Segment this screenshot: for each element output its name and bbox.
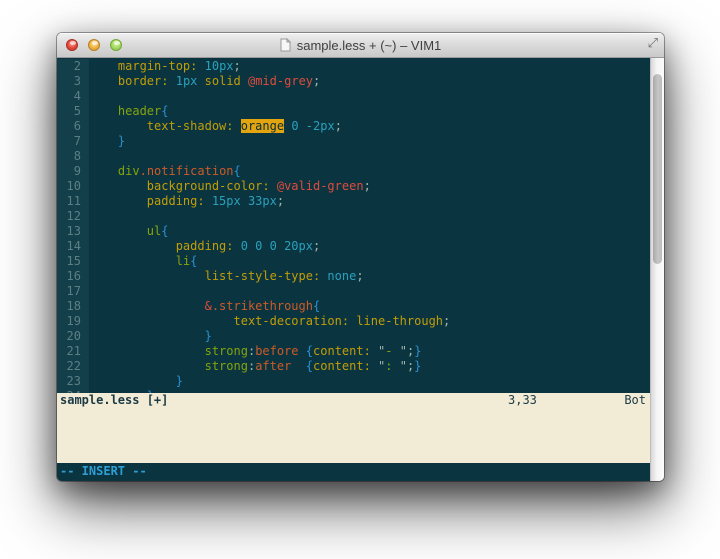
line-number: 19: [57, 314, 89, 329]
line-number: 21: [57, 344, 89, 359]
code-text: border: 1px solid @mid-grey;: [89, 74, 320, 89]
code-text: text-decoration: line-through;: [89, 314, 450, 329]
code-text: }: [89, 329, 212, 344]
line-number: 2: [57, 59, 89, 74]
code-line: 22 strong:after {content: ": ";}: [57, 359, 650, 374]
code-line: 4: [57, 89, 650, 104]
line-number: 3: [57, 74, 89, 89]
code-line: 10 background-color: @valid-green;: [57, 179, 650, 194]
code-text: ul{: [89, 224, 168, 239]
code-line: 6 text-shadow: orange 0 -2px;: [57, 119, 650, 134]
window-content: 2 margin-top: 10px;3 border: 1px solid @…: [57, 58, 664, 481]
code-text: }: [89, 374, 183, 389]
line-number: 6: [57, 119, 89, 134]
code-line: 19 text-decoration: line-through;: [57, 314, 650, 329]
code-text: list-style-type: none;: [89, 269, 364, 284]
cursor-position: 3,33: [508, 393, 537, 407]
editor-column: 2 margin-top: 10px;3 border: 1px solid @…: [57, 58, 650, 481]
line-number: 16: [57, 269, 89, 284]
code-text: strong:after {content: ": ";}: [89, 359, 421, 374]
code-text: strong:before {content: "- ";}: [89, 344, 421, 359]
code-text: background-color: @valid-green;: [89, 179, 371, 194]
code-text: header{: [89, 104, 169, 119]
line-number: 20: [57, 329, 89, 344]
line-number: 5: [57, 104, 89, 119]
window-title: sample.less + (~) – VIM1: [297, 38, 442, 53]
code-line: 14 padding: 0 0 0 20px;: [57, 239, 650, 254]
line-number: 22: [57, 359, 89, 374]
vim-window: sample.less + (~) – VIM1 ⤢ 2 margin-top:…: [57, 33, 664, 481]
code-text: div.notification{: [89, 164, 241, 179]
traffic-lights: [66, 39, 122, 51]
scrollbar[interactable]: [650, 58, 664, 481]
status-filename: sample.less [+]: [60, 393, 168, 407]
mode-indicator: -- INSERT --: [60, 464, 147, 478]
line-number: 14: [57, 239, 89, 254]
code-line: 2 margin-top: 10px;: [57, 59, 650, 74]
scroll-indicator: Bot: [624, 393, 646, 407]
code-line: 9 div.notification{: [57, 164, 650, 179]
line-number: 7: [57, 134, 89, 149]
code-line: 16 list-style-type: none;: [57, 269, 650, 284]
code-text: padding: 0 0 0 20px;: [89, 239, 320, 254]
code-line: 3 border: 1px solid @mid-grey;: [57, 74, 650, 89]
code-line: 13 ul{: [57, 224, 650, 239]
line-number: 8: [57, 149, 89, 164]
code-line: 23 }: [57, 374, 650, 389]
line-number: 15: [57, 254, 89, 269]
line-number: 11: [57, 194, 89, 209]
code-line: 20 }: [57, 329, 650, 344]
line-number: 23: [57, 374, 89, 389]
close-button[interactable]: [66, 39, 78, 51]
line-number: 17: [57, 284, 89, 299]
line-number: 18: [57, 299, 89, 314]
zoom-button[interactable]: [110, 39, 122, 51]
fullscreen-icon[interactable]: ⤢: [648, 37, 658, 51]
line-number: 13: [57, 224, 89, 239]
code-line: 15 li{: [57, 254, 650, 269]
document-icon: [280, 38, 291, 52]
code-line: 8: [57, 149, 650, 164]
status-line: sample.less [+] 3,33 Bot: [57, 393, 650, 463]
code-text: }: [89, 134, 125, 149]
code-line: 11 padding: 15px 33px;: [57, 194, 650, 209]
minimize-button[interactable]: [88, 39, 100, 51]
code-line: 21 strong:before {content: "- ";}: [57, 344, 650, 359]
code-line: 17: [57, 284, 650, 299]
code-line: 18 &.strikethrough{: [57, 299, 650, 314]
code-text: &.strikethrough{: [89, 299, 320, 314]
line-number: 9: [57, 164, 89, 179]
title-bar[interactable]: sample.less + (~) – VIM1 ⤢: [57, 33, 664, 58]
code-line: 7 }: [57, 134, 650, 149]
screenshot: sample.less + (~) – VIM1 ⤢ 2 margin-top:…: [0, 0, 720, 559]
code-line: 5 header{: [57, 104, 650, 119]
command-line: -- INSERT --: [57, 463, 650, 481]
code-area[interactable]: 2 margin-top: 10px;3 border: 1px solid @…: [57, 58, 650, 393]
code-line: 12: [57, 209, 650, 224]
scrollbar-thumb[interactable]: [653, 74, 662, 264]
code-text: text-shadow: orange 0 -2px;: [89, 119, 342, 134]
title-group: sample.less + (~) – VIM1: [280, 38, 442, 53]
code-text: margin-top: 10px;: [89, 59, 241, 74]
line-number: 12: [57, 209, 89, 224]
code-text: padding: 15px 33px;: [89, 194, 284, 209]
line-number: 10: [57, 179, 89, 194]
code-text: li{: [89, 254, 197, 269]
line-number: 4: [57, 89, 89, 104]
